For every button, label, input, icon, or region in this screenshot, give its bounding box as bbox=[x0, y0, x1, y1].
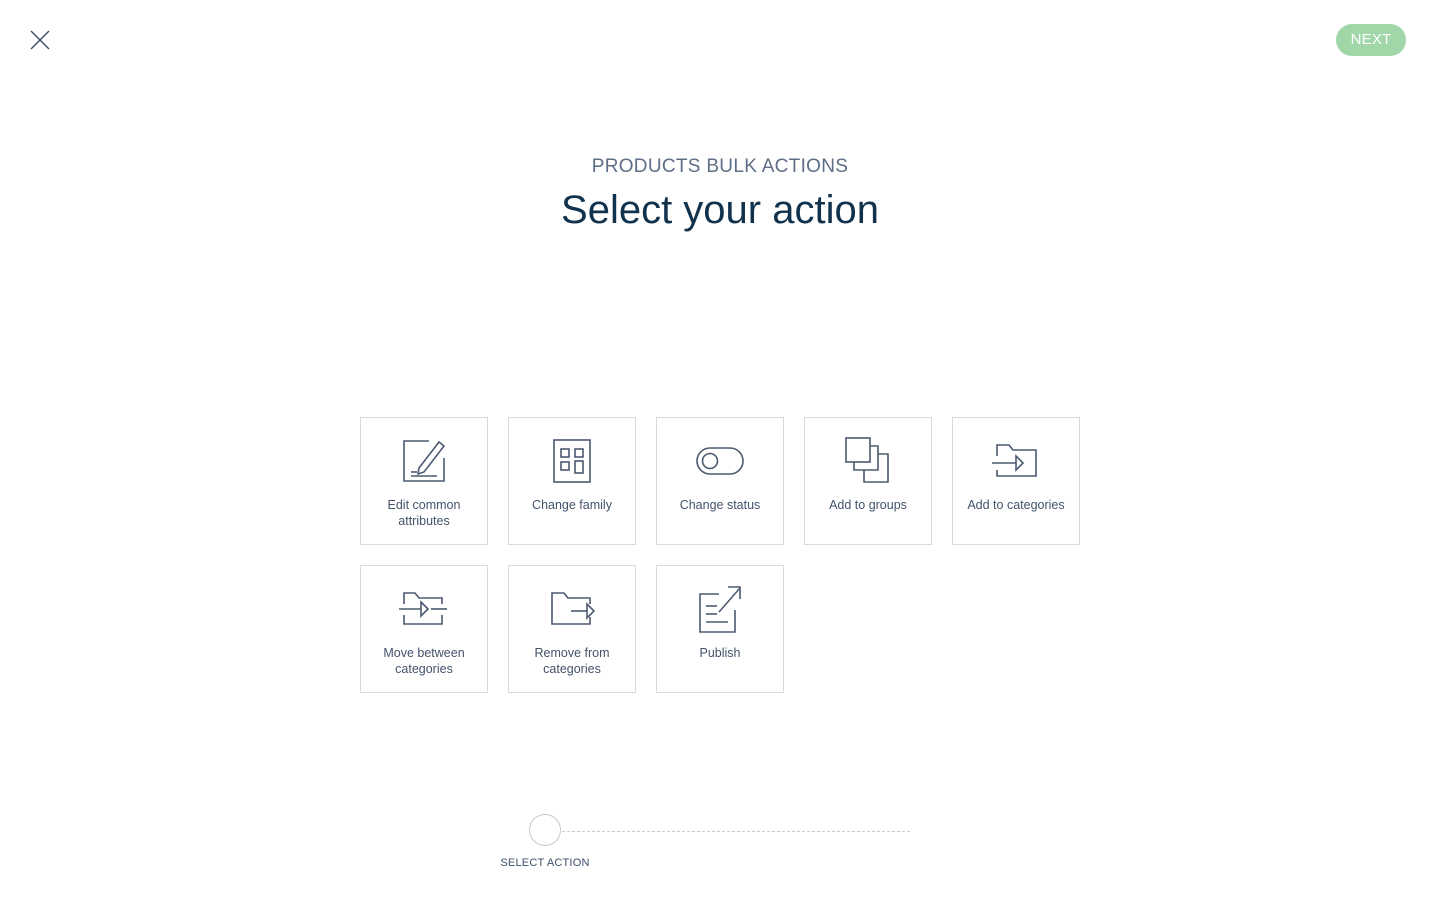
progress-stepper: SELECT ACTION bbox=[500, 813, 920, 883]
toggle-status-icon bbox=[696, 447, 744, 475]
action-tile-remove-from-categories[interactable]: Remove from categories bbox=[508, 565, 636, 693]
action-tile-publish[interactable]: Publish bbox=[656, 565, 784, 693]
family-icon bbox=[553, 439, 591, 483]
close-icon bbox=[30, 30, 50, 50]
action-tile-move-between-categories[interactable]: Move between categories bbox=[360, 565, 488, 693]
page-title: Select your action bbox=[561, 188, 879, 232]
action-label: Add to categories bbox=[967, 498, 1065, 512]
next-button[interactable]: NEXT bbox=[1336, 24, 1406, 56]
action-tile-change-family[interactable]: Change family bbox=[508, 417, 636, 545]
action-label: Publish bbox=[699, 646, 741, 660]
page-subtitle: PRODUCTS BULK ACTIONS bbox=[591, 156, 849, 177]
action-grid: Edit common attributes Change family Cha… bbox=[360, 417, 1100, 693]
action-label: Move between categories bbox=[383, 646, 465, 676]
action-label: Remove from categories bbox=[534, 646, 610, 676]
bulk-actions-page: NEXT PRODUCTS BULK ACTIONS Select your a… bbox=[0, 0, 1440, 900]
action-tile-change-status[interactable]: Change status bbox=[656, 417, 784, 545]
page-header: PRODUCTS BULK ACTIONS Select your action bbox=[0, 155, 1440, 235]
action-tile-add-to-categories[interactable]: Add to categories bbox=[952, 417, 1080, 545]
action-tile-edit-common-attributes[interactable]: Edit common attributes bbox=[360, 417, 488, 545]
publish-icon bbox=[699, 586, 741, 633]
close-button[interactable] bbox=[28, 28, 52, 52]
action-label: Add to groups bbox=[829, 498, 907, 512]
action-label: Change status bbox=[679, 498, 761, 512]
folder-move-icon bbox=[399, 592, 447, 625]
action-tile-add-to-groups[interactable]: Add to groups bbox=[804, 417, 932, 545]
folder-add-icon bbox=[992, 444, 1037, 477]
step-connector bbox=[562, 831, 910, 832]
folder-remove-icon bbox=[551, 592, 596, 625]
edit-attributes-icon bbox=[403, 440, 446, 482]
action-label: Edit common attributes bbox=[387, 498, 461, 528]
step-label-select-action: SELECT ACTION bbox=[500, 857, 590, 869]
action-label: Change family bbox=[532, 498, 612, 512]
groups-icon bbox=[845, 437, 889, 483]
step-indicator-select-action bbox=[529, 814, 561, 846]
